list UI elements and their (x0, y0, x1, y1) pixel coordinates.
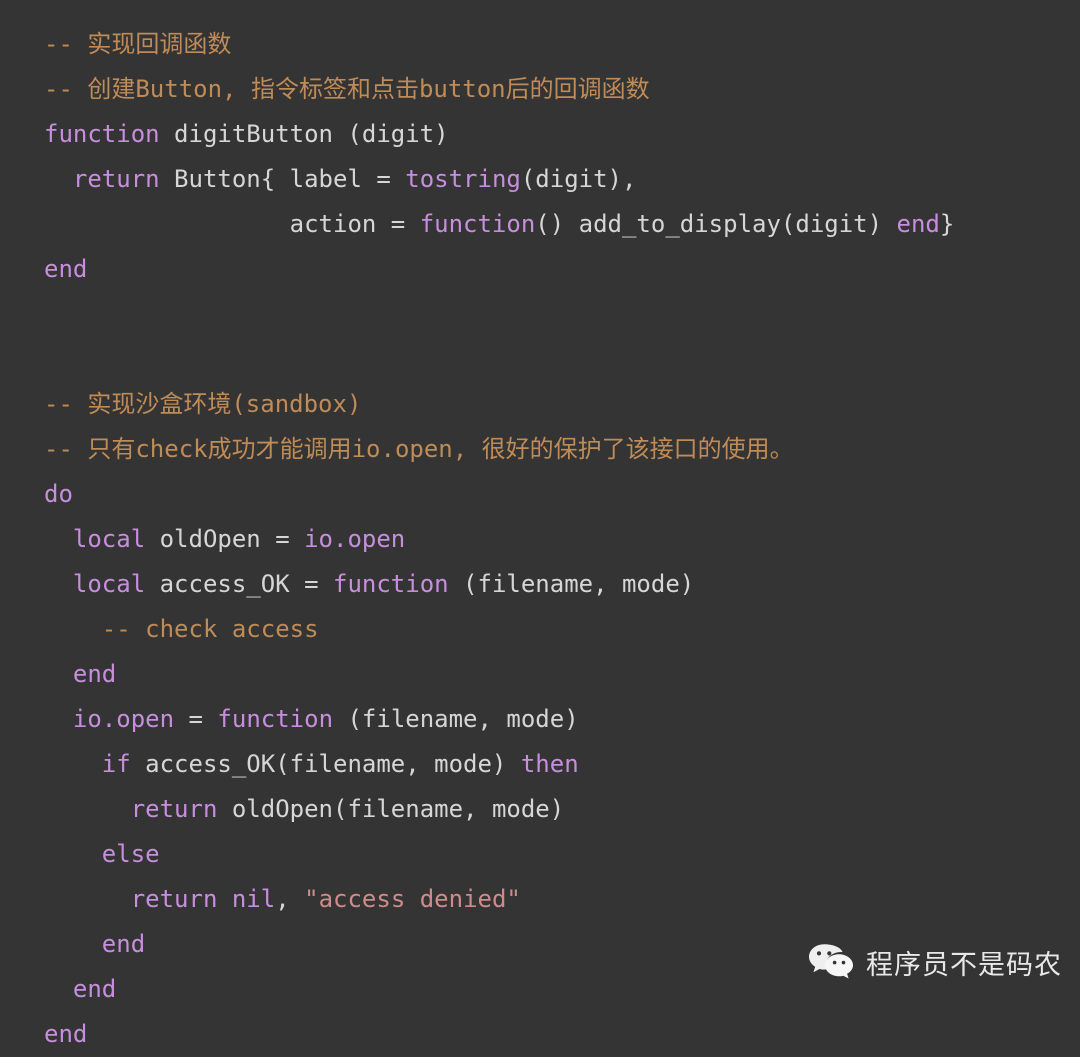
code-line: end (44, 652, 1054, 697)
wechat-account-name: 程序员不是码农 (866, 949, 1062, 981)
wechat-watermark: 程序员不是码农 (808, 942, 1062, 982)
code-token-plain: , (275, 885, 305, 913)
code-line: return nil, "access denied" (44, 877, 1054, 922)
code-token-keyword: function (419, 210, 536, 238)
code-token-keyword: do (44, 480, 73, 508)
code-token-keyword: end (72, 660, 117, 688)
code-line: -- 实现回调函数 (44, 22, 1054, 67)
code-token-plain: digitButton (digit) (159, 120, 449, 148)
code-token-blank (44, 345, 58, 373)
code-token-plain: access_OK(filename, mode) (130, 750, 521, 778)
code-token-keyword: end (44, 255, 88, 283)
code-token-blank (44, 300, 58, 328)
code-token-keyword: then (520, 750, 579, 778)
code-token-keyword: function (217, 705, 334, 733)
code-line: end (44, 1012, 1054, 1057)
code-line: if access_OK(filename, mode) then (44, 742, 1054, 787)
code-token-builtin: io.open (72, 705, 175, 733)
code-token-keyword: if (101, 750, 131, 778)
code-token-keyword: else (101, 840, 160, 868)
code-token-plain: oldOpen = (145, 525, 305, 553)
code-line (44, 292, 1054, 337)
code-token-comment: -- check access (101, 615, 319, 643)
code-token-keyword: return (130, 795, 218, 823)
code-line: local access_OK = function (filename, mo… (44, 562, 1054, 607)
code-token-comment: -- 实现回调函数 (44, 30, 232, 58)
code-token-builtin: io.open (304, 525, 406, 553)
code-block: -- 实现回调函数 -- 创建Button, 指令标签和点击button后的回调函… (44, 22, 1054, 1057)
code-token-string: "access denied" (304, 885, 521, 913)
code-line: action = function() add_to_display(digit… (44, 202, 1054, 247)
code-token-keyword: return (130, 885, 218, 913)
code-token-plain: = (174, 705, 218, 733)
code-token-plain: (filename, mode) (333, 705, 579, 733)
code-token-comment: -- 只有check成功才能调用io.open, 很好的保护了该接口的使用。 (44, 435, 794, 463)
code-token-keyword: nil (231, 885, 276, 913)
code-line: do (44, 472, 1054, 517)
code-line: io.open = function (filename, mode) (44, 697, 1054, 742)
code-token-plain: Button{ label = (159, 165, 406, 193)
code-token-plain: action = (289, 210, 420, 238)
code-line: function digitButton (digit) (44, 112, 1054, 157)
code-token-keyword: return (72, 165, 160, 193)
code-line: -- check access (44, 607, 1054, 652)
code-token-comment: -- 创建Button, 指令标签和点击button后的回调函数 (44, 75, 650, 103)
code-token-comment: -- 实现沙盒环境(sandbox) (44, 390, 362, 418)
code-token-plain: () add_to_display(digit) (535, 210, 897, 238)
code-line: -- 只有check成功才能调用io.open, 很好的保护了该接口的使用。 (44, 427, 1054, 472)
code-token-keyword: function (44, 120, 160, 148)
code-line: end (44, 247, 1054, 292)
code-token-keyword: function (333, 570, 449, 598)
code-token-keyword: end (896, 210, 940, 238)
code-line: local oldOpen = io.open (44, 517, 1054, 562)
code-token-plain: oldOpen(filename, mode) (217, 795, 565, 823)
code-line (44, 337, 1054, 382)
code-token-keyword: local (72, 570, 146, 598)
wechat-logo-icon (809, 944, 853, 979)
code-token-keyword: end (101, 930, 146, 958)
code-token-plain: (filename, mode) (448, 570, 695, 598)
code-token-keyword: end (44, 1020, 88, 1048)
code-line: return Button{ label = tostring(digit), (44, 157, 1054, 202)
code-line: else (44, 832, 1054, 877)
code-line: -- 实现沙盒环境(sandbox) (44, 382, 1054, 427)
code-token-plain: (digit), (520, 165, 637, 193)
code-line: -- 创建Button, 指令标签和点击button后的回调函数 (44, 67, 1054, 112)
code-token-builtin: tostring (405, 165, 521, 193)
code-line: return oldOpen(filename, mode) (44, 787, 1054, 832)
code-token-keyword: end (72, 975, 117, 1003)
code-token-plain: access_OK = (145, 570, 333, 598)
code-token-keyword: local (72, 525, 146, 553)
code-token-plain: } (939, 210, 955, 238)
